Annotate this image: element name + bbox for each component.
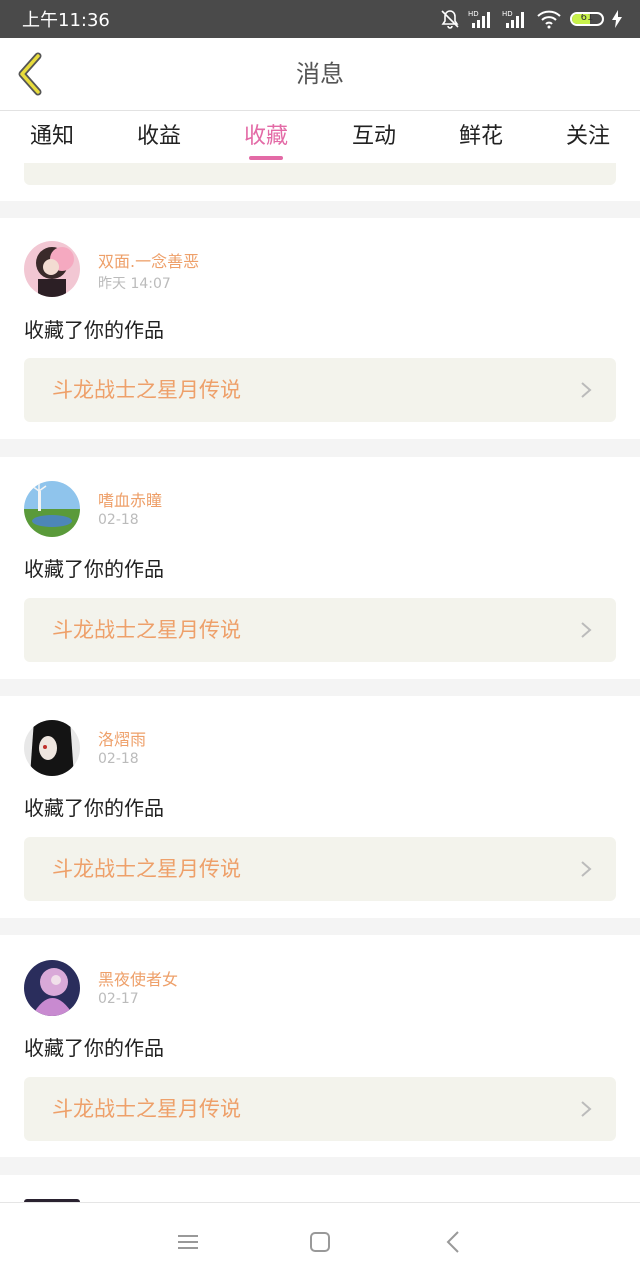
action-text: 收藏了你的作品: [24, 557, 164, 581]
back-icon[interactable]: [441, 1229, 467, 1255]
timestamp: 02-17: [98, 991, 139, 1007]
tab-notifications[interactable]: 通知: [30, 117, 74, 157]
tab-favorites[interactable]: 收藏: [244, 117, 288, 157]
chevron-right-icon: [581, 622, 592, 638]
charging-bolt-icon: [612, 10, 622, 28]
list-item: 双面.一念善恶 昨天 14:07 收藏了你的作品 斗龙战士之星月传说: [0, 218, 640, 439]
svg-text:HD: HD: [468, 10, 479, 18]
tab-interactions[interactable]: 互动: [352, 117, 396, 157]
header: 消息: [0, 38, 640, 111]
svg-text:HD: HD: [502, 10, 513, 18]
chevron-right-icon: [581, 382, 592, 398]
hd-signal-icon: HD: [502, 9, 528, 29]
status-time: 上午11:36: [22, 10, 110, 31]
avatar[interactable]: [24, 481, 80, 537]
avatar[interactable]: [24, 241, 80, 297]
work-link[interactable]: 斗龙战士之星月传说: [24, 358, 616, 422]
timestamp: 02-18: [98, 751, 139, 767]
mute-bell-icon: [440, 9, 460, 29]
action-text: 收藏了你的作品: [24, 318, 164, 342]
list-item: 黑夜使者女 02-17 收藏了你的作品 斗龙战士之星月传说: [0, 935, 640, 1157]
chevron-right-icon: [581, 861, 592, 877]
work-title: 斗龙战士之星月传说: [52, 1097, 241, 1121]
avatar[interactable]: [24, 720, 80, 776]
timestamp: 02-18: [98, 512, 139, 528]
status-bar: 上午11:36 HD HD 61: [0, 0, 640, 38]
work-link-partial[interactable]: [24, 163, 616, 185]
list-item: [0, 163, 640, 201]
tab-earnings[interactable]: 收益: [137, 117, 181, 157]
list-item: [0, 1175, 640, 1202]
username[interactable]: 嗜血赤瞳: [98, 487, 162, 511]
timestamp: 昨天 14:07: [98, 276, 171, 292]
username[interactable]: 黑夜使者女: [98, 966, 178, 990]
username[interactable]: 双面.一念善恶: [98, 248, 199, 272]
battery-icon: 61: [570, 12, 604, 26]
active-tab-indicator: [249, 156, 283, 160]
battery-level: 61: [580, 12, 594, 23]
work-link[interactable]: 斗龙战士之星月传说: [24, 1077, 616, 1141]
action-text: 收藏了你的作品: [24, 1036, 164, 1060]
status-icons: HD HD 61: [440, 9, 622, 29]
username[interactable]: 洛熠雨: [98, 726, 146, 750]
home-square-icon[interactable]: [307, 1229, 333, 1255]
list-item: 洛熠雨 02-18 收藏了你的作品 斗龙战士之星月传说: [0, 696, 640, 918]
list-item: 嗜血赤瞳 02-18 收藏了你的作品 斗龙战士之星月传说: [0, 457, 640, 679]
work-title: 斗龙战士之星月传说: [52, 378, 241, 402]
work-title: 斗龙战士之星月传说: [52, 857, 241, 881]
menu-icon[interactable]: [175, 1229, 201, 1255]
work-link[interactable]: 斗龙战士之星月传说: [24, 598, 616, 662]
chevron-right-icon: [581, 1101, 592, 1117]
tab-following[interactable]: 关注: [566, 117, 610, 157]
system-nav-bar: [0, 1202, 640, 1281]
wifi-icon: [536, 9, 562, 29]
action-text: 收藏了你的作品: [24, 796, 164, 820]
hd-signal-icon: HD: [468, 9, 494, 29]
tab-bar: 通知 收益 收藏 互动 鲜花 关注: [0, 111, 640, 163]
tab-flowers[interactable]: 鲜花: [459, 117, 503, 157]
work-link[interactable]: 斗龙战士之星月传说: [24, 837, 616, 901]
page-title: 消息: [296, 60, 344, 88]
work-title: 斗龙战士之星月传说: [52, 618, 241, 642]
avatar[interactable]: [24, 960, 80, 1016]
